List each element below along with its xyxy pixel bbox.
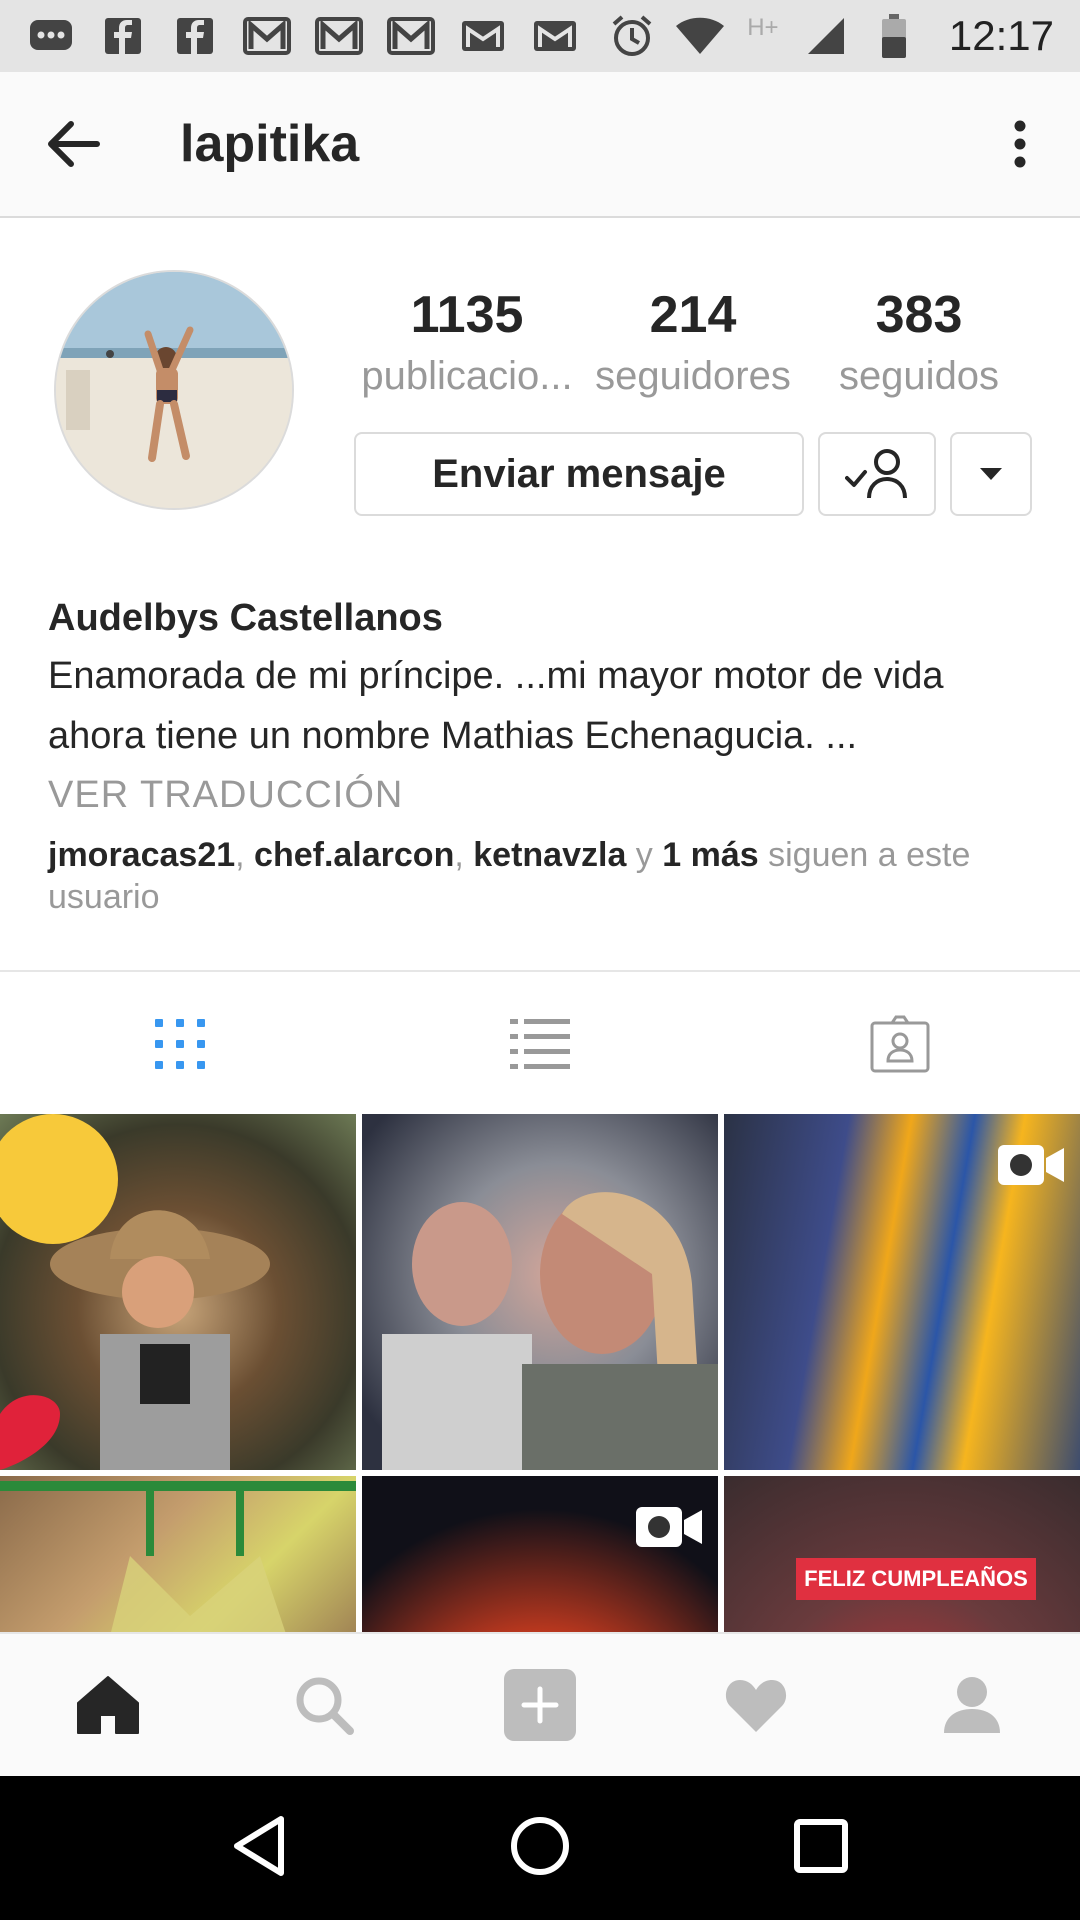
nav-profile[interactable] bbox=[864, 1634, 1080, 1776]
system-home-button[interactable] bbox=[509, 1815, 571, 1882]
gmail-icon bbox=[242, 14, 292, 58]
signal-icon bbox=[801, 14, 851, 58]
profile-bio: Audelbys Castellanos Enamorada de mi prí… bbox=[48, 590, 1038, 918]
status-bar: H+ 12:17 bbox=[0, 0, 1080, 72]
tagged-icon bbox=[870, 1015, 930, 1073]
clock: 12:17 bbox=[948, 12, 1054, 59]
facebook-icon bbox=[98, 14, 148, 58]
follower-link[interactable]: ketnavzla bbox=[473, 836, 626, 874]
post-thumbnail[interactable] bbox=[362, 1476, 718, 1634]
alarm-icon bbox=[607, 14, 657, 58]
home-icon bbox=[77, 1676, 139, 1734]
photo-content bbox=[0, 1481, 356, 1634]
followers-stat[interactable]: 214 seguidores bbox=[580, 280, 806, 402]
options-menu-button[interactable] bbox=[960, 71, 1080, 217]
photo-banner-text: FELIZ CUMPLEAÑOS bbox=[796, 1558, 1036, 1600]
circle-home-icon bbox=[511, 1816, 569, 1875]
user-check-icon bbox=[845, 449, 907, 499]
add-icon bbox=[504, 1669, 576, 1741]
followers-label: seguidores bbox=[595, 354, 791, 398]
posts-label: publicacio... bbox=[361, 354, 573, 398]
post-thumbnail[interactable] bbox=[724, 1114, 1080, 1470]
more-followers-link[interactable]: 1 más bbox=[662, 836, 758, 874]
tab-list[interactable] bbox=[360, 972, 720, 1116]
nav-add-post[interactable] bbox=[432, 1634, 648, 1776]
full-name: Audelbys Castellanos bbox=[48, 597, 443, 639]
avatar-photo bbox=[56, 272, 292, 508]
separator: , bbox=[235, 836, 255, 874]
wifi-icon bbox=[675, 14, 725, 58]
post-thumbnail[interactable] bbox=[0, 1114, 356, 1470]
follower-link[interactable]: chef.alarcon bbox=[254, 836, 454, 874]
profile-actions: Enviar mensaje bbox=[354, 432, 1032, 516]
send-message-button[interactable]: Enviar mensaje bbox=[354, 432, 804, 516]
following-stat[interactable]: 383 seguidos bbox=[806, 280, 1032, 402]
profile-icon bbox=[944, 1677, 1000, 1733]
triangle-back-icon bbox=[234, 1815, 284, 1876]
app-bar: lapitika bbox=[0, 72, 1080, 218]
more-vert-icon bbox=[1014, 120, 1026, 168]
photo-content bbox=[0, 1210, 270, 1470]
video-camera-icon bbox=[636, 1507, 702, 1547]
avatar[interactable] bbox=[54, 270, 294, 510]
mail-icon bbox=[530, 14, 580, 58]
post-grid: FELIZ CUMPLEAÑOS bbox=[0, 1114, 1080, 1634]
tab-grid[interactable] bbox=[0, 972, 360, 1116]
conjunction: y bbox=[626, 836, 663, 874]
back-button[interactable] bbox=[0, 71, 146, 217]
network-type: H+ bbox=[747, 14, 779, 41]
posts-count: 1135 bbox=[410, 286, 524, 344]
see-translation-link[interactable]: VER TRADUCCIÓN bbox=[48, 766, 1038, 824]
post-thumbnail[interactable] bbox=[0, 1476, 356, 1634]
content-tabs bbox=[0, 970, 1080, 1116]
following-button[interactable] bbox=[818, 432, 936, 516]
suggestions-dropdown-button[interactable] bbox=[950, 432, 1032, 516]
tab-tagged[interactable] bbox=[720, 972, 1080, 1116]
facebook-icon bbox=[170, 14, 220, 58]
follower-link[interactable]: jmoracas21 bbox=[48, 836, 235, 874]
arrow-left-icon bbox=[48, 121, 100, 167]
following-label: seguidos bbox=[838, 354, 1000, 398]
nav-home[interactable] bbox=[0, 1634, 216, 1776]
gmail-icon bbox=[314, 14, 364, 58]
mail-icon bbox=[458, 14, 508, 58]
post-thumbnail[interactable]: FELIZ CUMPLEAÑOS bbox=[724, 1476, 1080, 1634]
posts-stat[interactable]: 1135 publicacio... bbox=[354, 280, 580, 402]
system-recents-button[interactable] bbox=[793, 1818, 849, 1879]
post-thumbnail[interactable] bbox=[362, 1114, 718, 1470]
bottom-navigation bbox=[0, 1632, 1080, 1776]
square-recents-icon bbox=[794, 1818, 848, 1873]
list-icon bbox=[510, 1019, 570, 1069]
nav-search[interactable] bbox=[216, 1634, 432, 1776]
video-camera-icon bbox=[998, 1145, 1064, 1185]
bio-text: Enamorada de mi príncipe. ...mi mayor mo… bbox=[48, 655, 944, 757]
grid-icon bbox=[155, 1019, 205, 1069]
page-title: lapitika bbox=[180, 115, 360, 173]
profile-stats: 1135 publicacio... 214 seguidores 383 se… bbox=[354, 280, 1034, 402]
following-count: 383 bbox=[875, 286, 963, 344]
photo-content bbox=[382, 1192, 718, 1470]
search-icon bbox=[296, 1677, 354, 1735]
chat-icon bbox=[26, 14, 76, 58]
separator: , bbox=[454, 836, 474, 874]
followers-count: 214 bbox=[649, 286, 737, 344]
heart-icon bbox=[725, 1680, 787, 1732]
system-back-button[interactable] bbox=[231, 1815, 287, 1882]
battery-icon bbox=[869, 14, 919, 58]
followed-by[interactable]: jmoracas21, chef.alarcon, ketnavzla y 1 … bbox=[48, 834, 1038, 918]
system-navigation-bar bbox=[0, 1776, 1080, 1920]
caret-down-icon bbox=[980, 468, 1002, 480]
nav-activity[interactable] bbox=[648, 1634, 864, 1776]
gmail-icon bbox=[386, 14, 436, 58]
